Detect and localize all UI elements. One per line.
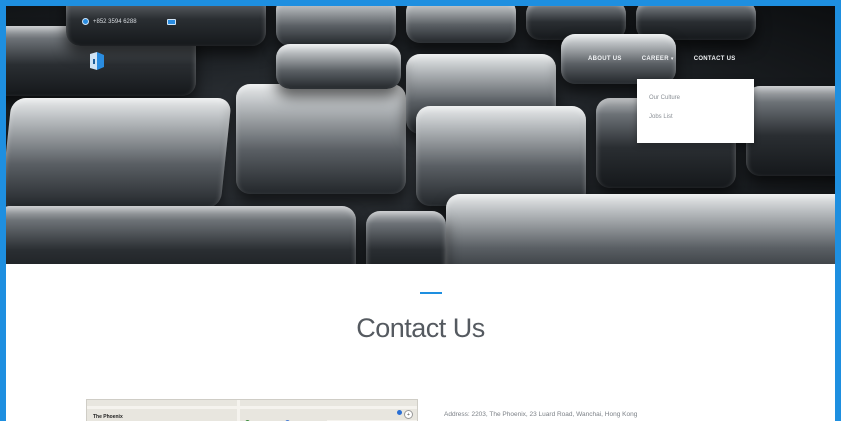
keyboard-key (406, 6, 516, 43)
keyboard-key (236, 84, 406, 194)
title-accent-bar (420, 292, 442, 294)
dropdown-item-jobs-list[interactable]: Jobs List (649, 114, 754, 120)
keyboard-key (446, 194, 835, 264)
nav-about-us[interactable]: ABOUT US (588, 56, 622, 62)
keyboard-key (366, 211, 446, 264)
contact-address: Address: 2203, The Phoenix, 23 Luard Roa… (444, 411, 638, 418)
keyboard-key (6, 206, 356, 264)
map-zoom-icon[interactable]: + (404, 410, 413, 419)
topbar-contact: +852 3594 6288 (82, 18, 180, 25)
topbar-email[interactable] (166, 18, 180, 25)
dropdown-item-our-culture[interactable]: Our Culture (649, 95, 754, 101)
page-title: Contact Us (356, 313, 485, 343)
hero-banner: +852 3594 6288 ABOUT US CAREER ▾ CONTACT … (6, 6, 835, 264)
nav-career[interactable]: CAREER ▾ (642, 56, 674, 62)
phone-number: +852 3594 6288 (93, 18, 137, 25)
location-map[interactable]: The Phoenix + (86, 399, 418, 421)
map-road (87, 406, 417, 409)
keyboard-key (746, 86, 835, 176)
keyboard-key (6, 98, 232, 208)
logo-mark-icon (90, 52, 104, 70)
chevron-down-icon: ▾ (670, 56, 674, 62)
career-dropdown: Our Culture Jobs List (637, 79, 754, 143)
mail-icon (166, 18, 176, 25)
phone-icon (82, 18, 89, 25)
nav-career-label: CAREER (641, 56, 669, 62)
keyboard-key (276, 6, 396, 46)
map-place-label: The Phoenix (93, 414, 123, 420)
keyboard-key (276, 44, 401, 89)
nav-contact-us[interactable]: CONTACT US (694, 56, 736, 62)
main-nav: ABOUT US CAREER ▾ CONTACT US (588, 56, 736, 62)
map-road (237, 400, 240, 421)
company-logo[interactable] (86, 50, 108, 72)
keyboard-key (66, 6, 266, 46)
browser-frame: +852 3594 6288 ABOUT US CAREER ▾ CONTACT … (0, 0, 841, 421)
map-marker-icon (397, 410, 402, 415)
topbar-phone[interactable]: +852 3594 6288 (82, 18, 137, 25)
keyboard-key (416, 106, 586, 206)
